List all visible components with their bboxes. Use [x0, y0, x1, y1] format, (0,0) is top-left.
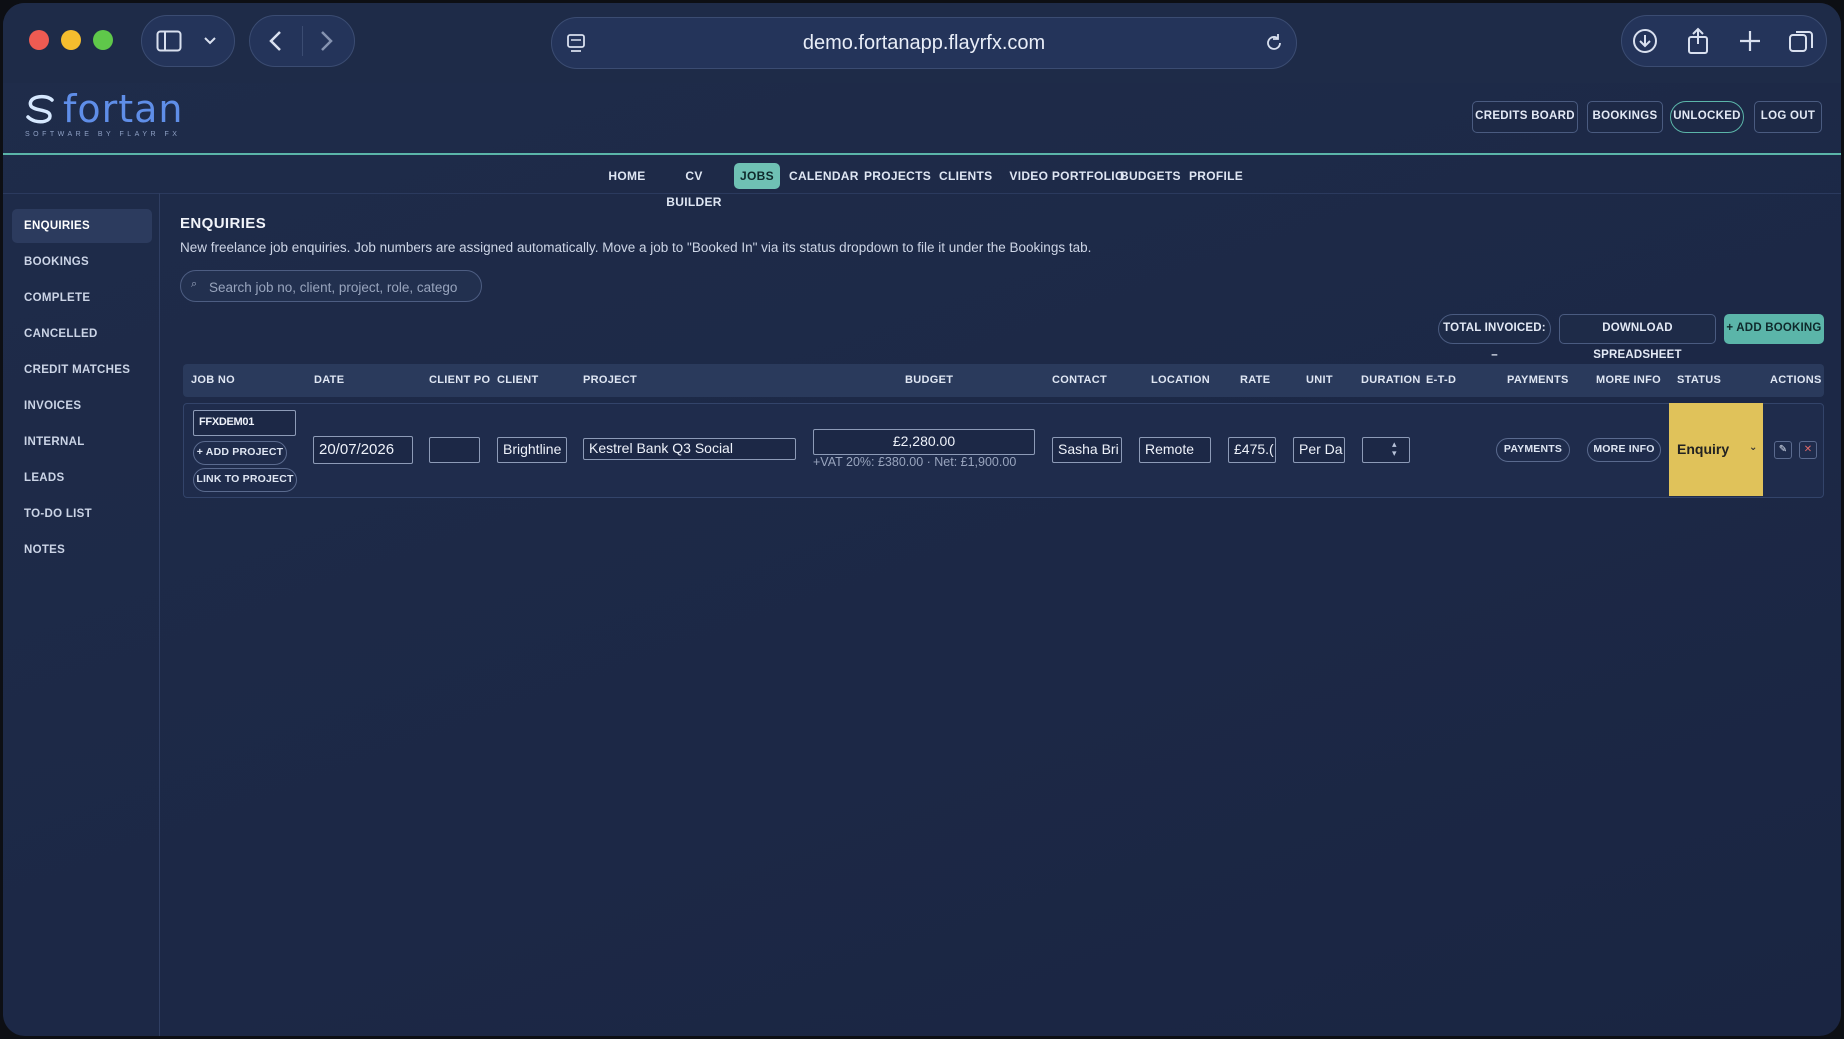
- contact-field[interactable]: Sasha Bri: [1052, 437, 1122, 463]
- client-po-field[interactable]: [429, 437, 480, 463]
- col-date[interactable]: DATE: [314, 364, 344, 397]
- col-status[interactable]: STATUS: [1677, 364, 1721, 397]
- main-nav: HOME CV BUILDER JOBS CALENDAR PROJECTS C…: [3, 155, 1841, 209]
- sidebar-item-bookings[interactable]: BOOKINGS: [12, 245, 152, 279]
- divider: [302, 26, 303, 56]
- logout-button[interactable]: LOG OUT: [1754, 101, 1822, 133]
- browser-window: demo.fortanapp.flayrfx.com fortan SOFTWA…: [3, 3, 1841, 1036]
- download-icon[interactable]: [1631, 27, 1659, 60]
- col-duration[interactable]: DURATION: [1361, 364, 1421, 397]
- sidebar-item-invoices[interactable]: INVOICES: [12, 389, 152, 423]
- app-header: fortan SOFTWARE BY FLAYR FX CREDITS BOAR…: [3, 83, 1841, 155]
- duration-stepper[interactable]: [1362, 437, 1410, 463]
- browser-toolbar: demo.fortanapp.flayrfx.com: [3, 3, 1841, 83]
- project-field[interactable]: Kestrel Bank Q3 Social: [583, 438, 796, 460]
- search-input[interactable]: [207, 276, 477, 298]
- sidebar-item-todo[interactable]: TO-DO LIST: [12, 497, 152, 531]
- unit-field[interactable]: Per Da: [1293, 437, 1345, 463]
- nav-home[interactable]: HOME: [603, 163, 651, 189]
- back-arrow-icon[interactable]: [266, 28, 286, 58]
- page-title: ENQUIRIES: [180, 215, 267, 232]
- sidebar-item-internal[interactable]: INTERNAL: [12, 425, 152, 459]
- search-icon: ⌕: [191, 278, 198, 290]
- logo-mark-icon: [23, 93, 57, 127]
- chevron-down-icon: ⌄: [1749, 442, 1758, 453]
- nav-video-portfolio[interactable]: VIDEO PORTFOLIO: [1004, 163, 1130, 189]
- forward-arrow-icon[interactable]: [316, 28, 336, 58]
- nav-budgets[interactable]: BUDGETS: [1120, 163, 1180, 189]
- sidebar-item-notes[interactable]: NOTES: [12, 533, 152, 567]
- close-window-button[interactable]: [29, 30, 49, 50]
- col-etd[interactable]: E-T-D: [1426, 364, 1456, 397]
- col-rate[interactable]: RATE: [1240, 364, 1270, 397]
- sidebar-toggle-icon[interactable]: [156, 30, 182, 56]
- col-client-po[interactable]: CLIENT PO: [429, 364, 490, 397]
- share-icon[interactable]: [1685, 27, 1711, 60]
- nav-jobs[interactable]: JOBS: [734, 163, 780, 189]
- status-value: Enquiry: [1677, 441, 1730, 457]
- address-bar[interactable]: demo.fortanapp.flayrfx.com: [551, 17, 1297, 69]
- page-description: New freelance job enquiries. Job numbers…: [180, 240, 1092, 255]
- status-dropdown[interactable]: Enquiry ⌄: [1669, 403, 1763, 496]
- payments-button[interactable]: PAYMENTS: [1496, 438, 1570, 462]
- more-info-button[interactable]: MORE INFO: [1587, 438, 1661, 462]
- sidebar-toggle-group: [141, 15, 235, 67]
- tab-overview-icon[interactable]: [1787, 27, 1815, 60]
- sidebar-item-complete[interactable]: COMPLETE: [12, 281, 152, 315]
- client-field[interactable]: Brightline: [497, 437, 567, 463]
- jobs-sidebar: ENQUIRIES BOOKINGS COMPLETE CANCELLED CR…: [3, 193, 160, 1036]
- date-field[interactable]: 20/07/2026: [313, 436, 413, 464]
- col-unit[interactable]: UNIT: [1306, 364, 1333, 397]
- search-field[interactable]: ⌕: [180, 270, 482, 302]
- nav-cv-builder[interactable]: CV BUILDER: [659, 163, 729, 209]
- nav-calendar[interactable]: CALENDAR: [789, 163, 858, 189]
- stepper-arrows-icon[interactable]: ▴ ▾: [1392, 440, 1397, 458]
- job-no-field[interactable]: FFXDEM01: [193, 410, 296, 436]
- reload-icon[interactable]: [1264, 32, 1284, 58]
- logo-tagline: SOFTWARE BY FLAYR FX: [25, 131, 181, 138]
- sidebar-item-leads[interactable]: LEADS: [12, 461, 152, 495]
- col-location[interactable]: LOCATION: [1151, 364, 1210, 397]
- rate-field[interactable]: £475.(: [1228, 437, 1276, 463]
- logo-wordmark: fortan: [63, 87, 184, 131]
- new-tab-icon[interactable]: [1737, 27, 1763, 60]
- nav-projects[interactable]: PROJECTS: [864, 163, 931, 189]
- credits-board-button[interactable]: CREDITS BOARD: [1472, 101, 1578, 133]
- add-project-button[interactable]: + ADD PROJECT: [193, 441, 287, 465]
- col-budget[interactable]: BUDGET: [905, 364, 953, 397]
- maximize-window-button[interactable]: [93, 30, 113, 50]
- nav-clients[interactable]: CLIENTS: [939, 163, 992, 189]
- edit-icon[interactable]: ✎: [1774, 441, 1792, 459]
- vat-note: +VAT 20%: £380.00 · Net: £1,900.00: [813, 455, 1017, 469]
- col-contact[interactable]: CONTACT: [1052, 364, 1107, 397]
- download-spreadsheet-button[interactable]: DOWNLOAD SPREADSHEET: [1559, 314, 1716, 361]
- col-more-info[interactable]: MORE INFO: [1596, 364, 1661, 397]
- unlocked-badge[interactable]: UNLOCKED: [1670, 101, 1744, 133]
- col-actions[interactable]: ACTIONS: [1770, 364, 1822, 397]
- table-header: JOB NO DATE CLIENT PO CLIENT PROJECT BUD…: [183, 364, 1824, 397]
- bookings-header-button[interactable]: BOOKINGS: [1587, 101, 1663, 133]
- col-client[interactable]: CLIENT: [497, 364, 539, 397]
- total-invoiced-badge: TOTAL INVOICED: –: [1438, 314, 1551, 361]
- url-text: demo.fortanapp.flayrfx.com: [802, 32, 1046, 54]
- chevron-down-icon[interactable]: [202, 30, 218, 56]
- add-booking-button[interactable]: + ADD BOOKING: [1724, 314, 1824, 344]
- col-project[interactable]: PROJECT: [583, 364, 637, 397]
- sidebar-item-enquiries[interactable]: ENQUIRIES: [12, 209, 152, 243]
- minimize-window-button[interactable]: [61, 30, 81, 50]
- nav-arrows-group: [249, 15, 355, 67]
- location-field[interactable]: Remote: [1139, 437, 1211, 463]
- delete-icon[interactable]: ✕: [1799, 441, 1817, 459]
- col-payments[interactable]: PAYMENTS: [1507, 364, 1569, 397]
- nav-profile[interactable]: PROFILE: [1189, 163, 1243, 189]
- sidebar-item-cancelled[interactable]: CANCELLED: [12, 317, 152, 351]
- budget-field[interactable]: £2,280.00: [813, 429, 1035, 455]
- link-to-project-button[interactable]: LINK TO PROJECT: [193, 468, 297, 492]
- sidebar-item-credit-matches[interactable]: CREDIT MATCHES: [12, 353, 152, 387]
- col-job-no[interactable]: JOB NO: [191, 364, 235, 397]
